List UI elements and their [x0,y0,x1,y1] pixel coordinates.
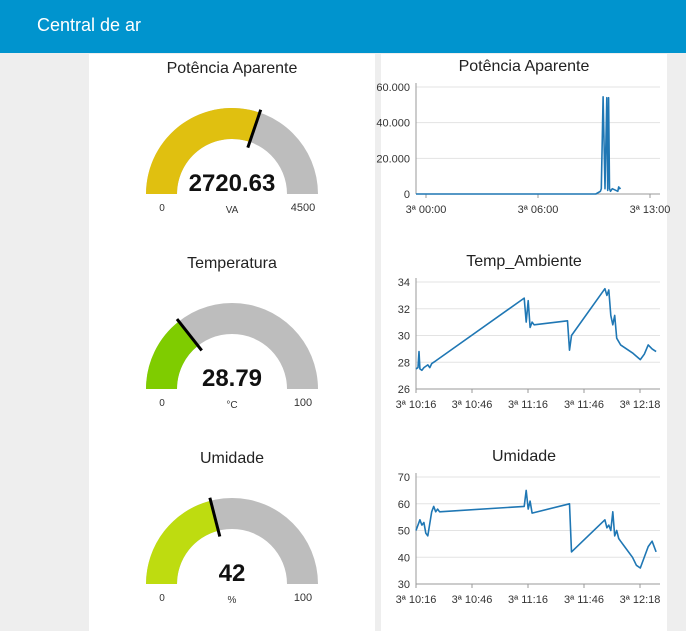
chart-y-tick: 26 [398,384,410,396]
gauge-max-label: 4500 [291,202,315,214]
app-title: Central de ar [37,15,142,35]
chart-y-tick: 40.000 [376,118,410,130]
chart-y-tick: 30 [398,331,410,343]
charts-card: Potência Aparente 0 20.000 40.000 60.000 3ª 0… [376,54,670,631]
chart-x-tick: 3ª 10:16 [396,594,437,606]
chart-y-tick: 40 [398,552,410,564]
chart-x-tick: 3ª 00:00 [406,204,447,216]
chart-title: Potência Aparente [459,58,590,75]
chart-title: Temp_Ambiente [466,253,582,270]
chart-x-tick: 3ª 11:46 [564,594,604,606]
gauge-min-label: 0 [159,593,165,604]
gauge-unit: % [228,595,237,606]
charts-svg: Potência Aparente 0 20.000 40.000 60.000 3ª 0… [376,58,670,606]
chart-series-line [415,489,657,569]
gauge-fill [146,500,219,584]
chart-x-tick: 3ª 10:16 [396,399,437,411]
gauges-svg: Potência Aparente 2720.63 VA 0 4500 Temperatu… [146,60,318,606]
chart-y-tick: 0 [404,189,410,201]
chart-y-tick: 60 [398,499,410,511]
chart-x-tick: 3ª 11:46 [564,399,604,411]
chart-x-tick: 3ª 12:18 [620,399,661,411]
chart-series-line [416,95,622,195]
chart-y-tick: 50 [398,526,410,538]
chart-y-tick: 28 [398,357,410,369]
chart-x-tick: 3ª 10:46 [452,594,493,606]
chart-x-tick: 3ª 10:46 [452,399,493,411]
chart-y-tick: 30 [398,579,410,591]
chart-y-tick: 20.000 [376,153,410,165]
gauge-max-label: 100 [294,397,312,409]
gauge-min-label: 0 [159,203,165,214]
chart-x-tick: 3ª 12:18 [620,594,661,606]
gauge-title: Umidade [200,450,264,467]
chart-y-tick: 32 [398,304,410,316]
gauge-unit: °C [226,400,237,411]
gauge-title: Temperatura [187,255,277,272]
chart-x-tick: 3ª 06:00 [518,204,559,216]
chart-y-tick: 34 [398,277,410,289]
gauge-value: 28.79 [202,365,262,392]
gauges-card: Potência Aparente 2720.63 VA 0 4500 Temperatu… [89,54,375,631]
chart-x-tick: 3ª 11:16 [508,399,548,411]
gauge-title: Potência Aparente [167,60,298,77]
gauge-max-label: 100 [294,592,312,604]
gauge-unit: VA [226,205,239,216]
chart-y-tick: 60.000 [376,82,410,94]
gauge-min-label: 0 [159,398,165,409]
gauge-value: 2720.63 [189,170,276,197]
chart-series-line [415,287,657,372]
top-bar: Central de ar [0,0,686,53]
chart-x-tick: 3ª 11:16 [508,594,548,606]
chart-x-tick: 3ª 13:00 [630,204,671,216]
chart-y-tick: 70 [398,472,410,484]
chart-title: Umidade [492,448,556,465]
gauge-value: 42 [219,560,246,587]
